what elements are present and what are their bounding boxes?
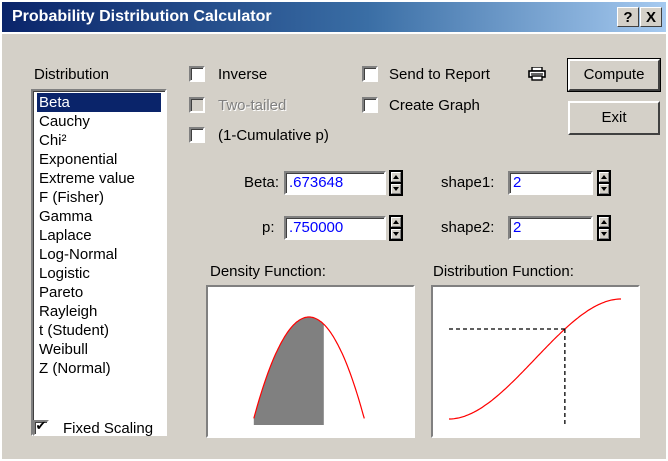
create-graph-checkbox[interactable] <box>362 97 378 113</box>
p-spin-up-icon[interactable] <box>391 217 401 227</box>
shape2-spinner[interactable] <box>597 215 611 241</box>
p-label: p: <box>262 219 275 236</box>
distribution-item[interactable]: Log-Normal <box>37 245 161 264</box>
density-plot-svg <box>253 316 365 425</box>
compute-button[interactable]: Compute <box>567 58 661 92</box>
distribution-graph <box>431 285 640 438</box>
beta-label: Beta: <box>244 174 280 191</box>
shape1-label: shape1: <box>441 174 495 191</box>
distribution-item[interactable]: Weibull <box>37 340 161 359</box>
p-spinner[interactable] <box>389 215 403 241</box>
shape1-spin-up-icon[interactable] <box>599 172 609 182</box>
distribution-item[interactable]: Gamma <box>37 207 161 226</box>
distribution-item[interactable]: Laplace <box>37 226 161 245</box>
window-title: Probability Distribution Calculator <box>12 8 272 25</box>
distribution-curve <box>449 298 621 420</box>
shape1-input[interactable]: 2 <box>508 171 593 195</box>
send-to-report-checkbox[interactable] <box>362 66 378 82</box>
beta-spin-down-icon[interactable] <box>391 184 401 194</box>
distribution-item[interactable]: Exponential <box>37 150 161 169</box>
distribution-item[interactable]: Chi² <box>37 131 161 150</box>
distribution-item[interactable]: t (Student) <box>37 321 161 340</box>
inverse-checkbox[interactable] <box>189 66 205 82</box>
inverse-label: Inverse <box>218 66 268 83</box>
distribution-list[interactable]: Beta Cauchy Chi² Exponential Extreme value F … <box>31 89 167 436</box>
distribution-plot-svg <box>449 298 621 425</box>
send-to-report-label: Send to Report <box>389 66 490 83</box>
distribution-function-label: Distribution Function: <box>433 263 574 280</box>
shape1-spinner[interactable] <box>597 170 611 196</box>
density-graph <box>206 285 415 438</box>
exit-button[interactable]: Exit <box>568 101 660 135</box>
distribution-item[interactable]: Extreme value <box>37 169 161 188</box>
p-input[interactable]: .750000 <box>284 216 386 240</box>
distribution-item[interactable]: Pareto <box>37 283 161 302</box>
distribution-item[interactable]: Rayleigh <box>37 302 161 321</box>
shape2-spin-down-icon[interactable] <box>599 229 609 239</box>
beta-spin-up-icon[interactable] <box>391 172 401 182</box>
two-tailed-checkbox[interactable] <box>189 97 205 113</box>
printer-icon <box>528 67 546 81</box>
calculator-window: Probability Distribution Calculator ? X … <box>0 0 668 461</box>
title-bar[interactable]: Probability Distribution Calculator ? X <box>2 2 666 32</box>
one-minus-cumulative-label: (1-Cumulative p) <box>218 127 329 144</box>
checkmark-icon: ✔ <box>35 418 47 433</box>
distribution-item[interactable]: Z (Normal) <box>37 359 161 378</box>
density-shaded-area <box>253 317 324 425</box>
distribution-item[interactable]: Cauchy <box>37 112 161 131</box>
two-tailed-label: Two-tailed <box>218 97 287 114</box>
beta-input[interactable]: .673648 <box>284 171 386 195</box>
p-spin-down-icon[interactable] <box>391 229 401 239</box>
distribution-label: Distribution <box>34 66 110 83</box>
beta-spinner[interactable] <box>389 170 403 196</box>
distribution-item[interactable]: F (Fisher) <box>37 188 161 207</box>
close-button[interactable]: X <box>640 7 662 27</box>
create-graph-label: Create Graph <box>389 97 480 114</box>
fixed-scaling-label: Fixed Scaling <box>63 420 154 437</box>
help-button[interactable]: ? <box>617 7 639 27</box>
shape1-spin-down-icon[interactable] <box>599 184 609 194</box>
shape2-label: shape2: <box>441 219 495 236</box>
distribution-item[interactable]: Logistic <box>37 264 161 283</box>
shape2-spin-up-icon[interactable] <box>599 217 609 227</box>
fixed-scaling-checkbox[interactable]: ✔ <box>33 418 49 436</box>
distribution-item[interactable]: Beta <box>37 93 161 112</box>
density-function-label: Density Function: <box>210 263 326 280</box>
shape2-input[interactable]: 2 <box>508 216 593 240</box>
one-minus-cumulative-checkbox[interactable] <box>189 127 205 143</box>
